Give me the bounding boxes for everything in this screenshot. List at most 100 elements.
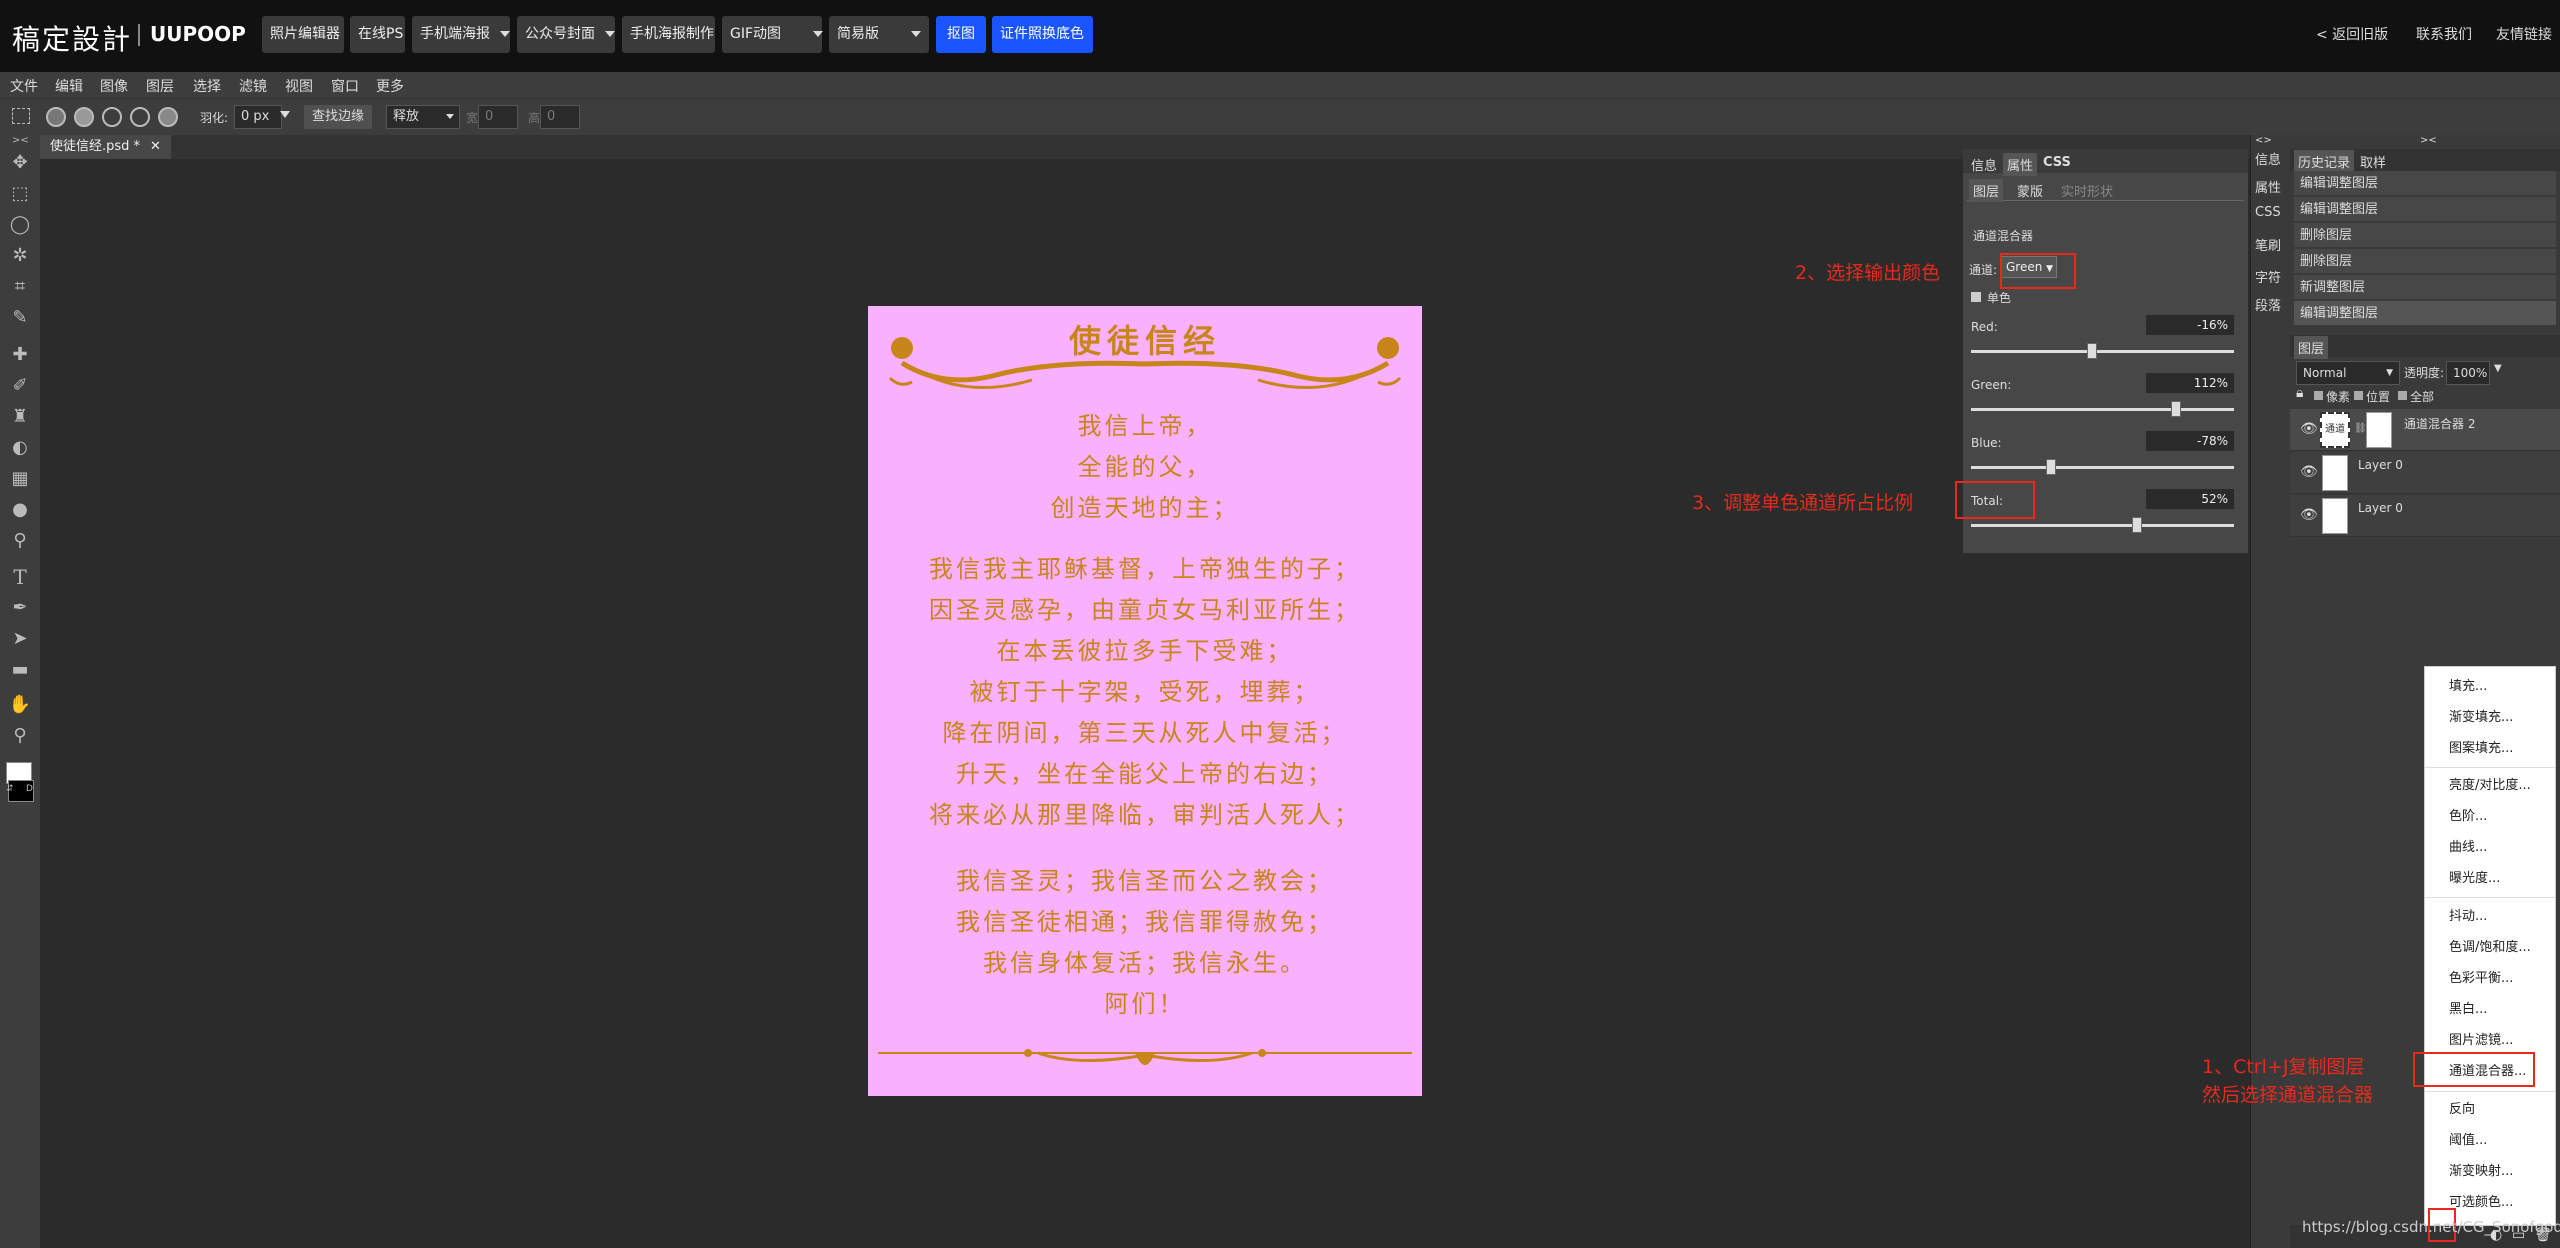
- tab-info[interactable]: 信息: [1967, 153, 2001, 176]
- layer-row[interactable]: 👁︎ 通道 ⛓ 通道混合器 2: [2290, 409, 2560, 451]
- layer-row[interactable]: 👁︎ Layer 0: [2290, 452, 2560, 494]
- shortcut-properties[interactable]: 属性: [2255, 177, 2281, 196]
- menu-more[interactable]: 更多: [376, 76, 404, 96]
- menu-item-vibrance[interactable]: 抖动...: [2425, 901, 2555, 932]
- red-slider-track[interactable]: [1971, 350, 2234, 353]
- eyedropper-tool-icon[interactable]: ✎: [8, 306, 32, 330]
- menu-item-color-balance[interactable]: 色彩平衡...: [2425, 963, 2555, 994]
- shortcut-css[interactable]: CSS: [2255, 205, 2281, 220]
- blend-mode-select[interactable]: Normal ▼: [2296, 361, 2400, 385]
- magic-wand-tool-icon[interactable]: ✲: [8, 244, 32, 268]
- back-to-old-link[interactable]: < 返回旧版: [2316, 24, 2388, 44]
- menu-file[interactable]: 文件: [10, 76, 38, 96]
- feather-dropdown-icon[interactable]: [280, 111, 290, 118]
- history-item[interactable]: 删除图层: [2294, 249, 2556, 274]
- blue-value-input[interactable]: -78%: [2146, 431, 2234, 451]
- default-colors-icon[interactable]: D: [26, 784, 33, 794]
- nav-mobile-poster-dropdown[interactable]: 手机端海报: [412, 16, 510, 53]
- menu-select[interactable]: 选择: [193, 76, 221, 96]
- nav-photo-editor-button[interactable]: 照片编辑器: [262, 16, 344, 53]
- menu-item-hue-saturation[interactable]: 色调/饱和度...: [2425, 932, 2555, 963]
- collapse-arrows-icon[interactable]: ><: [12, 135, 29, 146]
- tab-samples[interactable]: 取样: [2356, 150, 2390, 173]
- visibility-eye-icon[interactable]: 👁︎: [2300, 507, 2318, 523]
- total-slider-track[interactable]: [1971, 524, 2234, 527]
- height-input[interactable]: 0: [540, 105, 580, 129]
- lasso-tool-icon[interactable]: ◯: [8, 213, 32, 237]
- move-tool-icon[interactable]: ✥: [8, 151, 32, 175]
- menu-item-gradient-map[interactable]: 渐变映射...: [2425, 1156, 2555, 1187]
- rect-select-tool-icon[interactable]: ⬚: [8, 182, 32, 206]
- history-item[interactable]: 编辑调整图层: [2294, 301, 2556, 326]
- nav-id-photo-button[interactable]: 证件照换底色: [992, 16, 1093, 53]
- width-input[interactable]: 0: [478, 105, 518, 129]
- monochrome-checkbox[interactable]: [1971, 292, 1981, 302]
- blur-tool-icon[interactable]: ●: [8, 498, 32, 522]
- friend-links-link[interactable]: 友情链接: [2496, 24, 2552, 44]
- visibility-eye-icon[interactable]: 👁︎: [2300, 421, 2318, 437]
- lock-position-checkbox[interactable]: [2354, 391, 2363, 400]
- total-value-input[interactable]: 52%: [2146, 489, 2234, 509]
- shortcut-paragraph[interactable]: 段落: [2255, 295, 2281, 314]
- close-icon[interactable]: ✕: [150, 139, 161, 154]
- feather-input[interactable]: 0 px: [234, 105, 282, 129]
- lock-pixels-checkbox[interactable]: [2314, 391, 2323, 400]
- contact-link[interactable]: 联系我们: [2416, 24, 2472, 44]
- hand-tool-icon[interactable]: ✋: [8, 693, 32, 717]
- site-logo[interactable]: 稿定設計: [12, 18, 132, 58]
- blue-slider-knob[interactable]: [2046, 459, 2057, 475]
- intersect-selection-icon[interactable]: [130, 107, 150, 127]
- green-slider-knob[interactable]: [2171, 401, 2182, 417]
- lock-all-checkbox[interactable]: [2398, 391, 2407, 400]
- path-select-tool-icon[interactable]: ➤: [8, 627, 32, 651]
- green-slider-track[interactable]: [1971, 408, 2234, 411]
- subtab-layer[interactable]: 图层: [1969, 179, 2004, 202]
- stamp-tool-icon[interactable]: ♜: [8, 405, 32, 429]
- menu-edit[interactable]: 编辑: [55, 76, 83, 96]
- shortcut-info[interactable]: 信息: [2255, 149, 2281, 168]
- menu-item-brightness-contrast[interactable]: 亮度/对比度...: [2425, 770, 2555, 801]
- crop-tool-icon[interactable]: ⌗: [8, 275, 32, 299]
- menu-window[interactable]: 窗口: [331, 76, 359, 96]
- new-selection-icon[interactable]: [46, 107, 66, 127]
- brush-tool-icon[interactable]: ✐: [8, 374, 32, 398]
- history-item[interactable]: 新调整图层: [2294, 275, 2556, 300]
- history-item[interactable]: 编辑调整图层: [2294, 197, 2556, 222]
- history-item[interactable]: 删除图层: [2294, 223, 2556, 248]
- exclude-selection-icon[interactable]: [158, 107, 178, 127]
- mask-thumbnail[interactable]: [2366, 412, 2392, 448]
- menu-item-fill[interactable]: 填充...: [2425, 671, 2555, 702]
- document-canvas[interactable]: 使徒信经 我信上帝， 全能的父， 创造天地的主； 我信我主耶稣基督，上帝独生的子…: [868, 306, 1422, 1096]
- nav-wechat-cover-dropdown[interactable]: 公众号封面: [517, 16, 615, 53]
- refine-edge-button[interactable]: 查找边缘: [304, 105, 373, 129]
- gradient-tool-icon[interactable]: ▦: [8, 467, 32, 491]
- tab-layers[interactable]: 图层: [2294, 336, 2329, 359]
- menu-layer[interactable]: 图层: [146, 76, 174, 96]
- swap-colors-icon[interactable]: ⇵: [6, 784, 14, 794]
- layer-row[interactable]: 👁︎ Layer 0: [2290, 495, 2560, 537]
- eraser-tool-icon[interactable]: ◐: [8, 436, 32, 460]
- brand-name[interactable]: UUPOOP: [150, 22, 246, 46]
- menu-item-gradient-fill[interactable]: 渐变填充...: [2425, 702, 2555, 733]
- opacity-input[interactable]: 100%: [2446, 361, 2490, 385]
- history-item[interactable]: 编辑调整图层: [2294, 171, 2556, 196]
- document-tab[interactable]: 使徒信经.psd * ✕: [40, 135, 171, 159]
- menu-item-curves[interactable]: 曲线...: [2425, 832, 2555, 863]
- tab-history[interactable]: 历史记录: [2294, 150, 2355, 173]
- nav-online-ps-button[interactable]: 在线PS: [350, 16, 405, 53]
- marquee-tool-icon[interactable]: [12, 108, 30, 124]
- red-slider-knob[interactable]: [2086, 343, 2097, 359]
- menu-item-invert[interactable]: 反向: [2425, 1094, 2555, 1125]
- dodge-tool-icon[interactable]: ⚲: [8, 529, 32, 553]
- text-tool-icon[interactable]: T: [8, 565, 32, 589]
- menu-item-pattern-fill[interactable]: 图案填充...: [2425, 733, 2555, 764]
- total-slider-knob[interactable]: [2131, 517, 2142, 533]
- shape-tool-icon[interactable]: ▬: [8, 658, 32, 682]
- green-value-input[interactable]: 112%: [2146, 373, 2234, 393]
- tab-properties[interactable]: 属性: [2003, 153, 2038, 176]
- collapse-arrows-icon[interactable]: <>: [2255, 135, 2272, 146]
- nav-simple-version-dropdown[interactable]: 简易版: [829, 16, 929, 53]
- pen-tool-icon[interactable]: ✒: [8, 596, 32, 620]
- menu-image[interactable]: 图像: [100, 76, 128, 96]
- subtab-live-shape[interactable]: 实时形状: [2057, 179, 2117, 202]
